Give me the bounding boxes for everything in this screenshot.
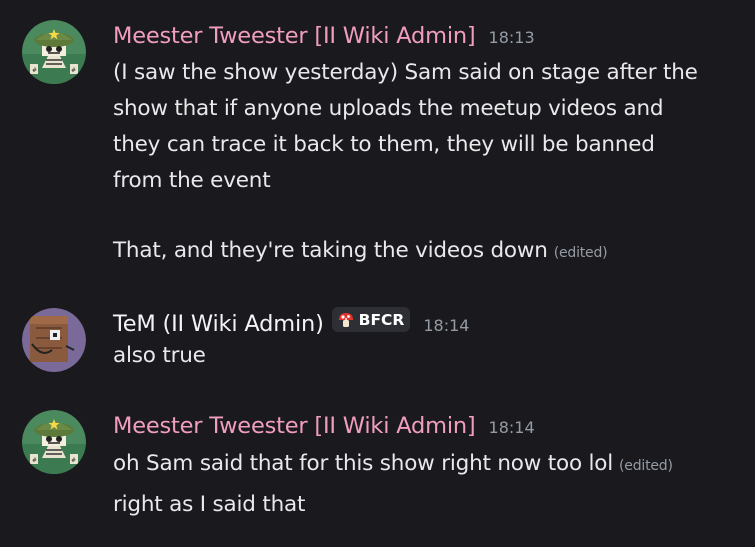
username[interactable]: TeM (II Wiki Admin)	[113, 310, 324, 338]
message-content: right as I said that	[113, 487, 305, 523]
mushroom-icon	[338, 312, 353, 327]
timestamp[interactable]: 18:14	[423, 316, 469, 335]
server-tag-label: BFCR	[358, 310, 405, 329]
avatar[interactable]	[22, 308, 86, 372]
svg-text:#: #	[71, 457, 76, 464]
svg-text:#: #	[32, 457, 37, 464]
brown-block-avatar-icon	[22, 308, 86, 372]
message-line: oh Sam said that for this show right now…	[113, 451, 614, 476]
svg-text:#: #	[32, 67, 37, 74]
message-line: they can trace it back to them, they wil…	[113, 132, 655, 157]
avatar[interactable]: # #	[22, 410, 86, 474]
message-line: That, and they're taking the videos down	[113, 238, 548, 263]
army-helmet-avatar-icon: # #	[22, 20, 86, 84]
edited-indicator: (edited)	[619, 458, 673, 474]
message-header: Meester Tweester [II Wiki Admin] 18:14	[113, 412, 535, 440]
message-content: That, and they're taking the videos down…	[113, 233, 608, 271]
message-line: show that if anyone uploads the meetup v…	[113, 96, 664, 121]
army-helmet-avatar-icon: # #	[22, 410, 86, 474]
message-line: (I saw the show yesterday) Sam said on s…	[113, 60, 698, 85]
message-line: also true	[113, 343, 206, 368]
username[interactable]: Meester Tweester [II Wiki Admin]	[113, 22, 476, 50]
message-line: right as I said that	[113, 492, 306, 517]
message-header: TeM (II Wiki Admin) BFCR 18:14	[113, 307, 469, 338]
timestamp[interactable]: 18:13	[489, 28, 535, 47]
timestamp[interactable]: 18:14	[489, 418, 535, 437]
message-line: from the event	[113, 168, 271, 193]
message-content: oh Sam said that for this show right now…	[113, 446, 673, 484]
avatar[interactable]: # #	[22, 20, 86, 84]
message-header: Meester Tweester [II Wiki Admin] 18:13	[113, 22, 535, 50]
edited-indicator: (edited)	[553, 245, 608, 261]
message-content: also true	[113, 338, 206, 374]
server-tag[interactable]: BFCR	[331, 307, 411, 332]
svg-text:#: #	[71, 67, 76, 74]
message-content: (I saw the show yesterday) Sam said on s…	[113, 55, 698, 199]
username[interactable]: Meester Tweester [II Wiki Admin]	[113, 412, 476, 440]
